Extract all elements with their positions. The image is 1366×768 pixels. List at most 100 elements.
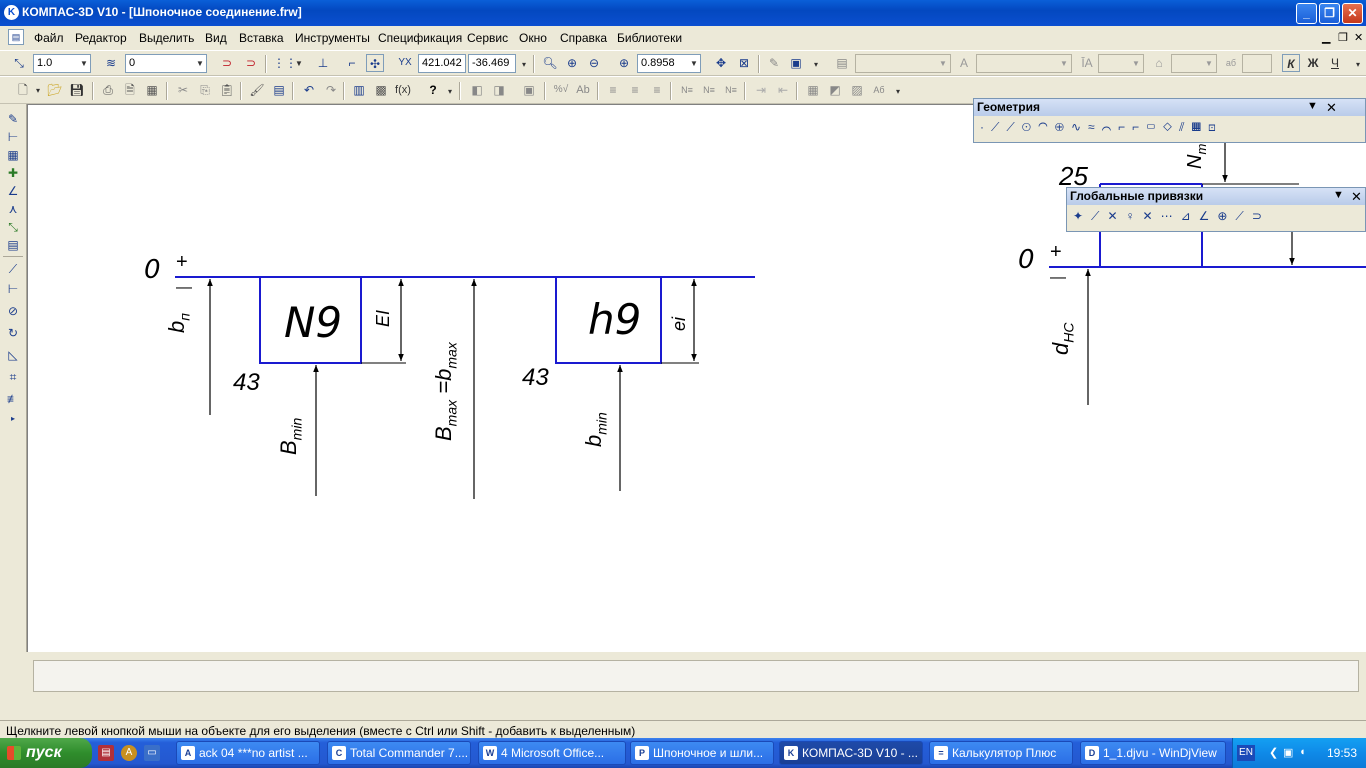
save-icon[interactable]: 💾︎ [68,81,86,99]
text-style-icon[interactable]: ▤ [833,54,851,72]
cut-icon[interactable]: ✂ [174,81,192,99]
global-snaps-panel[interactable]: Глобальные привязки ▼ ✕ ✦⟋✕♀✕⋯⊿∠⊕⟋⊃ [1066,187,1366,232]
zoom-out-icon[interactable]: ⊖ [585,54,603,72]
italic-button[interactable]: К [1282,54,1300,72]
task-total-commander[interactable]: C Total Commander 7.... [327,741,471,765]
print-layout-icon[interactable]: ▦ [143,81,161,99]
geometry-panel-menu-icon[interactable]: ▼ [1307,100,1318,112]
task-windjview[interactable]: D 1_1.djvu - WinDjView [1080,741,1226,765]
mdi-close-button[interactable]: ✕ [1354,31,1363,44]
maximize-button[interactable]: ❐ [1319,3,1340,24]
underline-button[interactable]: Ч [1326,54,1344,72]
mdi-minimize-button[interactable]: ▁ [1322,31,1330,44]
document-icon[interactable]: ▤ [8,29,24,45]
layer-dropdown-icon[interactable]: ▼ [194,55,206,72]
zoom-window-icon[interactable]: 🔍︎ [541,54,559,72]
new-document-icon[interactable]: 🗋 [14,81,32,99]
print-preview-icon[interactable]: 🗎 [121,81,139,99]
task-aimp[interactable]: Aack 04 ***no artist ... [176,741,320,765]
view-manager-icon[interactable]: ▣ [787,54,805,72]
more-tools-icon[interactable]: ▸ [4,410,22,428]
undo-icon[interactable]: ↶ [300,81,318,99]
snaps-panel-close-icon[interactable]: ✕ [1351,189,1362,205]
object-icon[interactable]: ▣ [520,81,538,99]
clock[interactable]: 19:53 [1327,746,1357,760]
menu-edit[interactable]: Редактор [75,31,127,45]
layers-icon[interactable]: ≋ [102,54,120,72]
grid-icon[interactable]: ⋮⋮ [273,54,297,72]
language-indicator[interactable]: EN [1237,745,1255,761]
notation-tool-icon[interactable]: ▦ [4,146,22,164]
numbering-3-icon[interactable]: N≡ [722,81,740,99]
close-button[interactable]: ✕ [1342,3,1363,24]
char-width-field[interactable] [1242,54,1272,73]
minimize-button[interactable]: _ [1296,3,1317,24]
variables-icon[interactable]: f(x) [394,81,412,99]
geometry-panel-close-icon[interactable]: ✕ [1326,100,1337,116]
snaps-panel-menu-icon[interactable]: ▼ [1333,189,1344,201]
toolbar-overflow-icon-2[interactable]: ▾ [810,56,822,73]
step-dropdown-icon[interactable]: ▼ [78,55,90,72]
mdi-restore-button[interactable]: ❐ [1338,31,1348,44]
circle-tool-icon[interactable]: ⊘ [4,302,22,320]
toolbar-overflow-icon-3[interactable]: ▾ [1352,56,1364,73]
help-pointer-icon[interactable]: ? [424,81,442,99]
paste-icon[interactable]: 📋︎ [218,81,236,99]
dimensions-tool-icon[interactable]: ⊢ [4,128,22,146]
redraw-icon[interactable]: ✎ [765,54,783,72]
start-button[interactable]: пуск [0,738,92,768]
toolbar-overflow-icon[interactable]: ▾ [518,56,530,73]
redo-icon[interactable]: ↷ [322,81,340,99]
toolbar-overflow-icon-5[interactable]: ▾ [892,83,904,100]
snap-magnet-icon[interactable]: ⊃ [218,54,236,72]
menu-file[interactable]: Файл [34,31,64,45]
menu-window[interactable]: Окно [519,31,547,45]
ortho-icon[interactable]: ⌐ [343,54,361,72]
insert-fragment-icon[interactable]: ◨ [490,81,508,99]
align-center-icon[interactable]: ≡ [626,81,644,99]
align-left-icon[interactable]: ≡ [604,81,622,99]
library-icon[interactable]: ▩ [372,81,390,99]
menu-service[interactable]: Сервис [467,31,508,45]
parametrization-tool-icon[interactable]: ∠ [4,182,22,200]
select-tool-icon[interactable]: ⤡ [4,218,22,236]
coord-x-field[interactable]: 421.042 [418,54,466,73]
zoom-scale-icon[interactable]: ⊕ [615,54,633,72]
slant-dropdown-icon[interactable]: ▼ [1203,55,1215,72]
quicklaunch-aimp-icon[interactable]: A [121,745,137,761]
tray-network-icon[interactable]: ▣ [1283,746,1293,759]
menu-help[interactable]: Справка [560,31,607,45]
numbering-2-icon[interactable]: N≡ [700,81,718,99]
font-size-dropdown-icon[interactable]: ▼ [1058,55,1070,72]
global-snaps-panel-title[interactable]: Глобальные привязки [1067,188,1365,205]
tray-volume-icon[interactable]: ◖ [1299,746,1306,758]
local-cs-icon[interactable]: ⊥ [314,54,332,72]
dimension-line-icon[interactable]: ⊢ [4,280,22,298]
geometry-tools-row[interactable]: ·⟋⟋⊙◠⊕∿≈⌒⌐⌐▭◇⫽▦⊡ [980,120,1360,140]
chamfer-tool-icon[interactable]: ◺ [4,346,22,364]
task-pdf[interactable]: P Шпоночное и шли... [630,741,774,765]
toolbar-overflow-icon-4[interactable]: ▾ [444,83,456,100]
properties-icon[interactable]: ▤ [270,81,288,99]
spellcheck-icon[interactable]: %√ [552,81,570,99]
text-style-2-icon[interactable]: Аб [870,81,888,99]
coord-y-field[interactable]: -36.469 [468,54,516,73]
font-dropdown-icon[interactable]: ▼ [937,55,949,72]
new-dropdown-icon[interactable]: ▾ [32,82,44,99]
line-tool-icon[interactable]: ⟋ [4,260,22,278]
task-ms-office[interactable]: W 4 Microsoft Office... [478,741,626,765]
quicklaunch-app1-icon[interactable]: ▤ [98,745,114,761]
bold-button[interactable]: Ж [1304,54,1322,72]
round-mode-icon[interactable]: ✣ [366,54,384,72]
grid-dropdown-icon[interactable]: ▼ [293,55,305,72]
align-right-icon[interactable]: ≡ [648,81,666,99]
editing-tool-icon[interactable]: ✚ [4,164,22,182]
tray-expand-icon[interactable]: ❮ [1269,746,1278,759]
measure-tool-icon[interactable]: ⋏ [4,200,22,218]
menu-tools[interactable]: Инструменты [295,31,370,45]
text-format-icon[interactable]: Ab [574,81,592,99]
menu-select[interactable]: Выделить [139,31,194,45]
title-bar[interactable]: K КОМПАС-3D V10 - [Шпоночное соединение.… [0,0,1366,26]
property-panel-field[interactable] [33,660,1359,692]
kompas-app-icon[interactable]: K [4,5,19,20]
